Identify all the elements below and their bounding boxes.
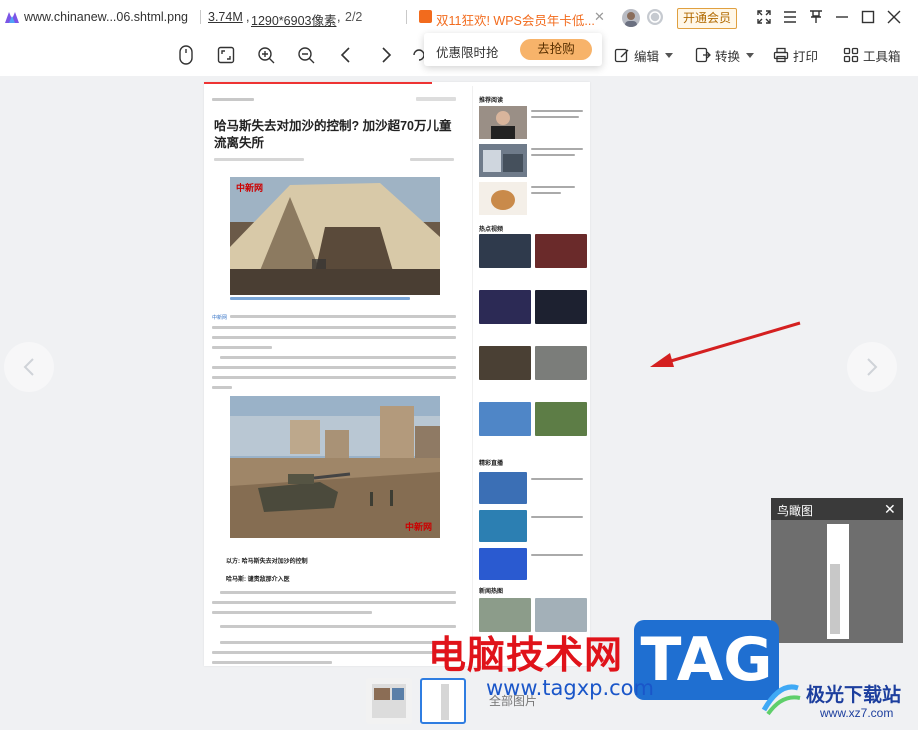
article-column: 哈马斯失去对加沙的控制? 加沙超70万儿童流离失所 中新网 中新网 中新网 以方… bbox=[204, 86, 466, 666]
news-title: 哈马斯失去对加沙的控制? 加沙超70万儿童流离失所 bbox=[214, 119, 452, 150]
next-icon[interactable] bbox=[375, 44, 397, 66]
edit-menu[interactable]: 编辑 bbox=[614, 44, 674, 66]
sidebar-thumb bbox=[479, 106, 527, 139]
aurora-logo-icon bbox=[761, 684, 801, 716]
byline bbox=[214, 158, 304, 161]
sidebar-heading-videos: 热点视频 bbox=[479, 227, 504, 233]
subhead-israel: 以方: 哈马斯失去对加沙的控制 bbox=[226, 559, 308, 565]
video-thumb bbox=[535, 234, 587, 268]
convert-icon bbox=[695, 47, 711, 63]
share-icons bbox=[416, 97, 456, 101]
coin-badge-icon[interactable] bbox=[647, 9, 663, 25]
video-thumb bbox=[479, 402, 531, 436]
photo-caption bbox=[230, 297, 440, 303]
separator bbox=[200, 10, 201, 24]
article-sidebar: 推荐阅读 热点视频 精彩直播 新闻热图 bbox=[472, 86, 590, 666]
print-label: 打印 bbox=[793, 49, 819, 64]
edit-icon bbox=[614, 48, 629, 63]
pin-icon[interactable] bbox=[807, 8, 825, 26]
chevron-right-icon bbox=[867, 358, 878, 376]
comma-separator: , bbox=[246, 10, 250, 24]
page-indicator: 2/2 bbox=[345, 10, 363, 24]
title-bar: www.chinanew...06.shtml.png 3.74M 1290*6… bbox=[0, 0, 918, 34]
watermark-url: www.tagxp.com bbox=[486, 676, 654, 700]
toolbox-button[interactable]: 工具箱 bbox=[843, 44, 901, 66]
maximize-icon[interactable] bbox=[859, 8, 877, 26]
mouse-icon[interactable] bbox=[175, 44, 197, 66]
sidebar-thumb bbox=[479, 182, 527, 215]
live-thumb bbox=[479, 548, 527, 580]
separator bbox=[406, 10, 407, 24]
close-icon[interactable]: ✕ bbox=[884, 501, 896, 518]
chevron-left-icon bbox=[23, 358, 34, 376]
thumbnail-2-selected[interactable] bbox=[420, 678, 466, 724]
toolbox-label: 工具箱 bbox=[863, 49, 901, 64]
print-button[interactable]: 打印 bbox=[773, 44, 818, 66]
video-thumb bbox=[479, 290, 531, 324]
watermark-cn-site: 电脑技术网 bbox=[428, 633, 624, 677]
video-thumb bbox=[535, 346, 587, 380]
intro-link[interactable]: 中新网 bbox=[212, 314, 227, 321]
sidebar-heading-live: 精彩直播 bbox=[479, 461, 504, 467]
prev-icon[interactable] bbox=[335, 44, 357, 66]
svg-text:中新网: 中新网 bbox=[236, 182, 263, 194]
convert-menu[interactable]: 转换 bbox=[695, 44, 755, 66]
birdview-header: 鸟瞰图 ✕ bbox=[771, 498, 903, 520]
promo-gift-icon[interactable] bbox=[419, 10, 432, 23]
header-accent-line bbox=[204, 82, 432, 84]
grab-deal-button[interactable]: 去抢购 bbox=[520, 39, 592, 60]
watermark-jg-name: 极光下载站 bbox=[806, 684, 902, 706]
video-thumb bbox=[535, 290, 587, 324]
thumbnail-1[interactable] bbox=[366, 678, 412, 724]
red-arrow-annotation bbox=[650, 321, 801, 367]
fullscreen-icon[interactable] bbox=[755, 8, 773, 26]
sidebar-heading-recommended: 推荐阅读 bbox=[479, 98, 504, 104]
tent-photo: 中新网 bbox=[230, 177, 440, 295]
live-thumb bbox=[479, 510, 527, 542]
printer-icon bbox=[773, 47, 789, 63]
breadcrumb bbox=[212, 98, 254, 101]
minimize-icon[interactable] bbox=[833, 8, 851, 26]
video-thumb bbox=[535, 402, 587, 436]
next-image-button[interactable] bbox=[847, 342, 897, 392]
open-vip-button[interactable]: 开通会员 bbox=[677, 8, 737, 29]
watermark-tag-logo: TAG bbox=[634, 620, 779, 700]
zoom-in-icon[interactable] bbox=[255, 44, 277, 66]
video-thumb bbox=[479, 234, 531, 268]
prev-image-button[interactable] bbox=[4, 342, 54, 392]
file-size-link[interactable]: 3.74M bbox=[208, 10, 243, 24]
fit-screen-icon[interactable] bbox=[215, 44, 237, 66]
chevron-down-icon bbox=[746, 52, 755, 58]
sidebar-thumb bbox=[479, 144, 527, 177]
toolbox-grid-icon bbox=[843, 47, 859, 63]
subhead-hamas: 哈马斯: 谴责敌那介入医 bbox=[226, 577, 290, 583]
promo-popup: 优惠限时抢 去抢购 bbox=[424, 33, 602, 66]
promo-banner-text[interactable]: 双11狂欢! WPS会员年卡低... bbox=[436, 10, 595, 29]
menu-icon[interactable] bbox=[781, 8, 799, 26]
tank-photo: 中新网 bbox=[230, 396, 440, 538]
comma-separator: , bbox=[337, 10, 341, 24]
birdview-panel[interactable]: 鸟瞰图 ✕ bbox=[771, 498, 903, 643]
resolution-link[interactable]: 1290*6903像素 bbox=[251, 10, 336, 29]
birdview-title: 鸟瞰图 bbox=[777, 504, 814, 518]
sidebar-heading-photos: 新闻热图 bbox=[479, 589, 504, 595]
popup-text: 优惠限时抢 bbox=[436, 46, 499, 60]
app-logo-icon bbox=[5, 12, 19, 23]
chevron-down-icon bbox=[665, 52, 674, 58]
birdview-viewport-frame[interactable] bbox=[827, 524, 849, 558]
font-size-controls bbox=[410, 158, 454, 161]
image-canvas[interactable]: 哈马斯失去对加沙的控制? 加沙超70万儿童流离失所 中新网 中新网 中新网 以方… bbox=[204, 82, 590, 666]
svg-text:中新网: 中新网 bbox=[405, 521, 432, 533]
watermark-jg-url: www.xz7.com bbox=[820, 706, 894, 720]
file-name: www.chinanew...06.shtml.png bbox=[24, 10, 188, 24]
close-icon[interactable] bbox=[885, 8, 903, 26]
user-avatar[interactable] bbox=[622, 9, 640, 27]
video-thumb bbox=[479, 346, 531, 380]
convert-label: 转换 bbox=[715, 49, 741, 64]
promo-close-icon[interactable]: ✕ bbox=[594, 9, 605, 25]
live-thumb bbox=[479, 472, 527, 504]
edit-label: 编辑 bbox=[634, 49, 660, 64]
zoom-out-icon[interactable] bbox=[295, 44, 317, 66]
